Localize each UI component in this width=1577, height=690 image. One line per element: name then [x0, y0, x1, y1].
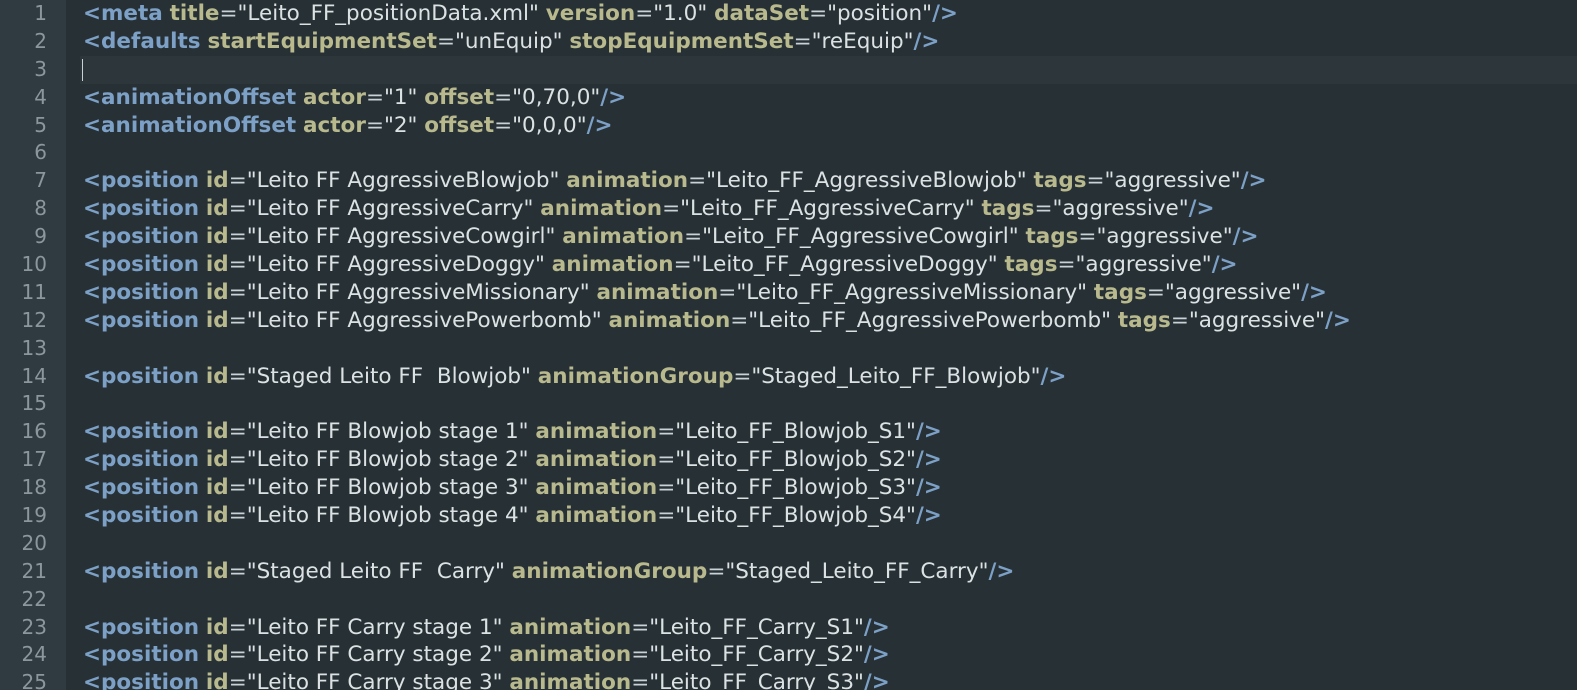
code-text[interactable]: <position id="Leito FF AggressiveCarry" … — [80, 196, 1215, 221]
code-line[interactable]: 4 <animationOffset actor="1" offset="0,70… — [34, 84, 1577, 112]
code-text[interactable]: <position id="Leito FF Blowjob stage 2" … — [80, 447, 942, 472]
code-text[interactable]: <position id="Leito FF AggressiveMission… — [80, 280, 1327, 305]
code-line[interactable]: 8 <position id="Leito FF AggressiveCarry"… — [34, 195, 1577, 223]
code-text[interactable]: <position id="Leito FF AggressiveDoggy" … — [80, 252, 1238, 277]
code-text[interactable]: <defaults startEquipmentSet="unEquip" st… — [80, 29, 939, 54]
code-text[interactable] — [80, 531, 83, 556]
line-number: 2 — [34, 28, 47, 53]
code-text[interactable]: <position id="Leito FF Carry stage 3" an… — [80, 670, 890, 690]
code-text[interactable]: <position id="Leito FF Blowjob stage 4" … — [80, 503, 942, 528]
line-number: 19 — [21, 503, 47, 528]
line-number: 13 — [21, 335, 47, 360]
code-text[interactable] — [80, 587, 83, 612]
code-editor[interactable]: 1 <meta title="Leito_FF_positionData.xml"… — [0, 0, 1577, 690]
text-cursor — [82, 58, 83, 81]
line-number: 5 — [34, 112, 47, 137]
code-text[interactable]: <position id="Leito FF AggressiveBlowjob… — [80, 168, 1267, 193]
line-number: 10 — [21, 252, 47, 277]
code-line[interactable]: 3 — [34, 55, 1577, 84]
code-line[interactable]: 17 <position id="Leito FF Blowjob stage 2… — [22, 446, 1577, 474]
line-number: 3 — [34, 56, 47, 81]
code-line[interactable]: 16 <position id="Leito FF Blowjob stage 1… — [22, 418, 1577, 446]
line-number: 12 — [21, 307, 47, 332]
code-area[interactable]: 1 <meta title="Leito_FF_positionData.xml"… — [22, 0, 1577, 690]
line-number: 6 — [34, 140, 47, 165]
line-number: 4 — [34, 84, 47, 109]
code-text[interactable]: <animationOffset actor="2" offset="0,0,0… — [80, 113, 612, 138]
code-line[interactable]: 2 <defaults startEquipmentSet="unEquip" s… — [34, 28, 1577, 56]
line-number: 14 — [21, 363, 47, 388]
line-number: 24 — [21, 642, 47, 667]
code-line[interactable]: 6 — [34, 139, 1577, 167]
code-line[interactable]: 13 — [22, 335, 1577, 363]
code-line[interactable]: 18 <position id="Leito FF Blowjob stage 3… — [22, 474, 1577, 502]
code-line[interactable]: 7 <position id="Leito FF AggressiveBlowjo… — [34, 167, 1577, 195]
code-line[interactable]: 22 — [22, 586, 1577, 614]
code-text[interactable]: <position id="Leito FF Blowjob stage 1" … — [80, 419, 942, 444]
line-number: 17 — [21, 447, 47, 472]
code-line[interactable]: 21 <position id="Staged Leito FF Carry" a… — [22, 558, 1577, 586]
code-text[interactable]: <meta title="Leito_FF_positionData.xml" … — [80, 1, 958, 26]
code-text[interactable]: <position id="Leito FF Blowjob stage 3" … — [80, 475, 942, 500]
line-number: 18 — [21, 475, 47, 500]
code-line[interactable]: 19 <position id="Leito FF Blowjob stage 4… — [22, 502, 1577, 530]
line-number: 21 — [21, 558, 47, 583]
code-line[interactable]: 20 — [22, 530, 1577, 558]
code-line[interactable]: 15 — [22, 390, 1577, 418]
code-line[interactable]: 25 <position id="Leito FF Carry stage 3" … — [22, 669, 1577, 690]
line-number: 23 — [21, 614, 47, 639]
line-number: 9 — [34, 224, 47, 249]
code-text[interactable]: <position id="Leito FF Carry stage 2" an… — [80, 642, 890, 667]
code-text[interactable] — [80, 391, 83, 416]
line-number: 25 — [21, 670, 47, 690]
code-line[interactable]: 10 <position id="Leito FF AggressiveDoggy… — [22, 251, 1577, 279]
code-text[interactable]: <position id="Leito FF Carry stage 1" an… — [80, 615, 890, 640]
code-text[interactable]: <position id="Staged Leito FF Blowjob" a… — [80, 364, 1066, 389]
code-line[interactable]: 1 <meta title="Leito_FF_positionData.xml"… — [34, 0, 1577, 28]
line-number: 16 — [21, 419, 47, 444]
line-number: 1 — [34, 1, 47, 25]
code-line[interactable]: 24 <position id="Leito FF Carry stage 2" … — [22, 641, 1577, 669]
code-text[interactable] — [80, 140, 83, 165]
code-text[interactable]: <position id="Staged Leito FF Carry" ani… — [80, 559, 1014, 584]
line-number: 20 — [21, 530, 47, 555]
code-line[interactable]: 12 <position id="Leito FF AggressivePower… — [22, 307, 1577, 335]
code-text[interactable]: <position id="Leito FF AggressiveCowgirl… — [80, 224, 1258, 249]
code-line[interactable]: 11 <position id="Leito FF AggressiveMissi… — [22, 279, 1577, 307]
line-number: 8 — [34, 196, 47, 221]
code-line[interactable]: 14 <position id="Staged Leito FF Blowjob"… — [22, 363, 1577, 391]
line-number: 11 — [21, 279, 47, 304]
line-number: 7 — [34, 168, 47, 193]
code-line[interactable]: 5 <animationOffset actor="2" offset="0,0,… — [34, 112, 1577, 140]
code-text[interactable]: <position id="Leito FF AggressivePowerbo… — [80, 308, 1351, 333]
code-line[interactable]: 23 <position id="Leito FF Carry stage 1" … — [22, 614, 1577, 642]
line-number: 15 — [21, 391, 47, 416]
line-number: 22 — [21, 586, 47, 611]
code-text[interactable]: <animationOffset actor="1" offset="0,70,… — [80, 85, 626, 110]
code-line[interactable]: 9 <position id="Leito FF AggressiveCowgir… — [34, 223, 1577, 251]
code-text[interactable] — [80, 336, 83, 361]
